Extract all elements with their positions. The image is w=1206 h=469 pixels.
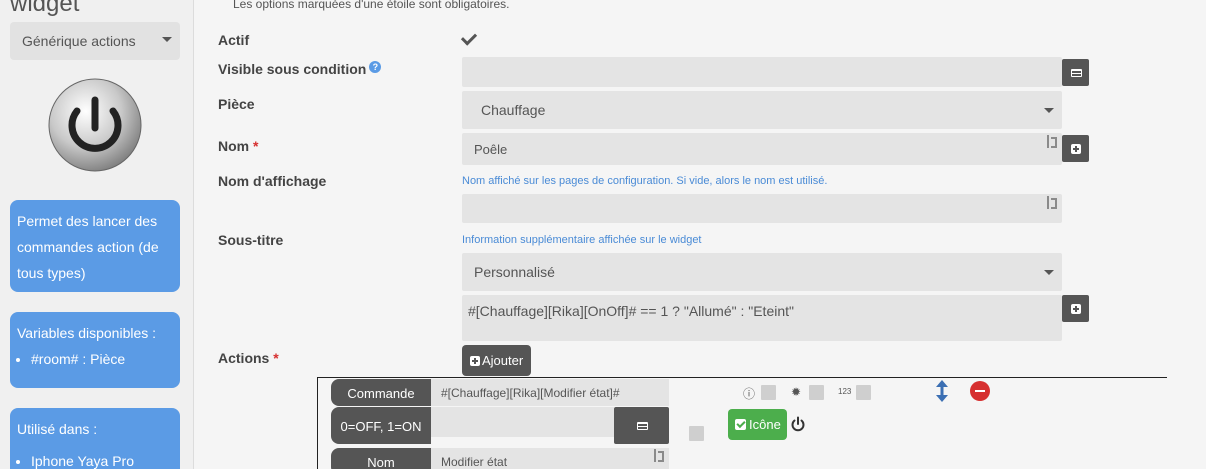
commande-label: Commande — [331, 379, 431, 406]
sous-titre-mode-select[interactable]: Personnalisé — [462, 253, 1062, 291]
piece-select[interactable]: Chauffage — [462, 91, 1062, 129]
sous-titre-add-button[interactable] — [1062, 295, 1089, 322]
confirm-checkbox[interactable] — [761, 385, 776, 400]
add-action-button[interactable]: Ajouter — [462, 345, 531, 376]
action-checkbox[interactable] — [689, 426, 704, 441]
visible-condition-input[interactable] — [462, 57, 1062, 87]
action-row-border — [317, 377, 1167, 378]
chevron-down-icon — [162, 37, 172, 42]
sidebar-title: widget — [10, 0, 80, 17]
list-icon — [1070, 68, 1082, 77]
actif-checkbox[interactable] — [460, 29, 478, 46]
paste-icon[interactable] — [1047, 196, 1057, 209]
list-icon — [636, 421, 648, 430]
sous-titre-label: Sous-titre — [218, 232, 284, 248]
icon-choose-button[interactable]: Icône — [728, 409, 787, 440]
values-input[interactable] — [431, 407, 614, 437]
actions-label: Actions * — [218, 350, 279, 366]
question-circle-icon: ⓘ — [743, 387, 756, 401]
action-row-border-left — [317, 377, 318, 469]
used-in-box: Utilisé dans : Iphone Yaya Pro — [10, 408, 180, 469]
nom-value: Poêle — [474, 142, 508, 157]
nom-affichage-label: Nom d'affichage — [218, 173, 327, 189]
code-checkbox[interactable] — [856, 385, 871, 400]
nom-action-label: Nom — [331, 448, 431, 469]
plus-square-icon — [470, 356, 480, 366]
code-icon: 123 — [838, 387, 852, 396]
condition-list-button[interactable] — [1062, 59, 1089, 86]
required-star: * — [253, 138, 259, 154]
sidebar: widget Générique actions Permet des lanc… — [0, 0, 194, 469]
power-icon — [791, 416, 805, 432]
variables-title: Variables disponibles : — [17, 325, 157, 341]
remove-action-button[interactable] — [970, 381, 990, 401]
paste-icon[interactable] — [654, 449, 664, 462]
nom-affichage-input[interactable] — [462, 194, 1062, 223]
visible-label: Visible sous condition? — [218, 61, 382, 77]
nom-label: Nom * — [218, 138, 258, 154]
used-in-title: Utilisé dans : — [17, 421, 98, 437]
paste-icon[interactable] — [1047, 135, 1057, 148]
widget-type-select[interactable]: Générique actions — [10, 22, 180, 60]
sous-titre-expression-textarea[interactable]: #[Chauffage][Rika][OnOff]# == 1 ? "Allum… — [462, 295, 1062, 341]
add-action-label: Ajouter — [482, 353, 524, 368]
widget-type-value: Générique actions — [22, 33, 136, 49]
sous-titre-expression: #[Chauffage][Rika][OnOff]# == 1 ? "Allum… — [468, 303, 794, 319]
variables-box: Variables disponibles : #room# : Pièce — [10, 312, 180, 388]
actif-label: Actif — [218, 32, 250, 48]
nom-action-value: Modifier état — [441, 455, 508, 469]
fingerprint-icon: ✹ — [791, 385, 802, 399]
variable-item: #room# : Pièce — [31, 346, 173, 372]
actions-label-text: Actions — [218, 350, 270, 366]
sous-titre-hint: Information supplémentaire affichée sur … — [462, 234, 702, 246]
nom-add-button[interactable] — [1062, 135, 1089, 162]
used-in-item: Iphone Yaya Pro — [31, 448, 173, 469]
nom-input[interactable]: Poêle — [462, 133, 1062, 165]
nom-label-text: Nom — [218, 138, 250, 154]
required-note: Les options marquées d'une étoile sont o… — [233, 0, 510, 11]
visible-label-text: Visible sous condition — [218, 61, 367, 77]
question-circle-icon[interactable]: ? — [369, 61, 382, 73]
secure-checkbox[interactable] — [809, 385, 824, 400]
commande-input[interactable]: #[Chauffage][Rika][Modifier état]# — [431, 379, 669, 406]
move-vertical-icon[interactable] — [935, 380, 949, 402]
chevron-down-icon — [1044, 108, 1054, 113]
values-list-button[interactable] — [614, 407, 669, 444]
nom-action-input[interactable]: Modifier état — [431, 448, 669, 469]
power-icon — [48, 78, 142, 172]
widget-description: Permet des lancer des commandes action (… — [17, 213, 159, 281]
widget-description-box: Permet des lancer des commandes action (… — [10, 200, 180, 292]
nom-affichage-hint: Nom affiché sur les pages de configurati… — [462, 175, 828, 187]
sous-titre-mode-value: Personnalisé — [474, 264, 555, 280]
chevron-down-icon — [1044, 270, 1054, 275]
values-label: 0=OFF, 1=ON — [331, 407, 431, 444]
icon-button-label: Icône — [749, 417, 781, 432]
piece-value: Chauffage — [481, 102, 546, 118]
check-square-icon — [735, 419, 746, 430]
plus-square-icon — [1070, 303, 1081, 314]
required-star: * — [273, 350, 279, 366]
piece-label: Pièce — [218, 96, 255, 112]
plus-square-icon — [1070, 143, 1081, 154]
